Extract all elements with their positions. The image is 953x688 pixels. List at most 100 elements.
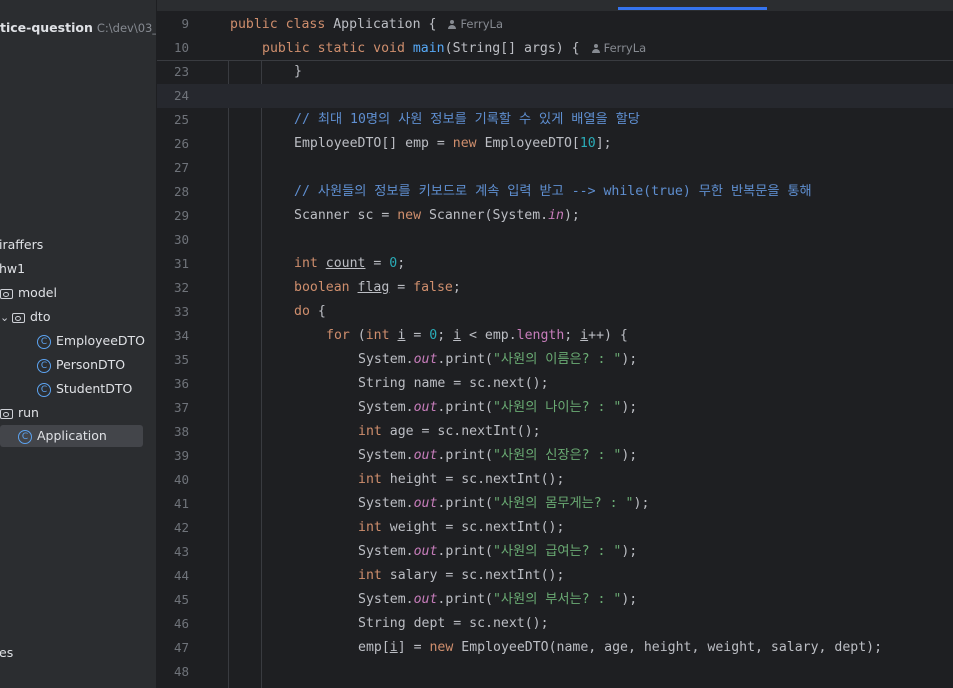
- tree-item-run[interactable]: run: [0, 402, 39, 424]
- line-number: 10: [173, 40, 189, 55]
- line-number: 45: [173, 592, 189, 607]
- author-name: FerryLa: [460, 17, 504, 31]
- code-text: System.out.print("사원의 나이는? : ");: [358, 400, 638, 415]
- line-number: 29: [173, 208, 189, 223]
- project-name: tice-question: [0, 20, 93, 35]
- code-text: int weight = sc.nextInt();: [358, 520, 565, 535]
- line-number: 28: [173, 184, 189, 199]
- code-author-hint[interactable]: FerryLa: [591, 41, 647, 55]
- tree-item-hw1[interactable]: hw1: [0, 258, 25, 280]
- tree-item-application[interactable]: C Application: [0, 425, 143, 447]
- code-text: System.out.print("사원의 급여는? : ");: [358, 544, 638, 559]
- code-text: int count = 0;: [294, 256, 406, 271]
- tree-item-label: dto: [30, 309, 51, 324]
- code-text: int height = sc.nextInt();: [358, 472, 565, 487]
- code-line[interactable]: 29 Scanner sc = new Scanner(System.in);: [157, 204, 953, 228]
- code-line[interactable]: 26 EmployeeDTO[] emp = new EmployeeDTO[10…: [157, 132, 953, 156]
- code-line[interactable]: 33 do {: [157, 300, 953, 324]
- tree-item-es[interactable]: es: [0, 642, 13, 664]
- tree-item-label: StudentDTO: [56, 381, 133, 396]
- code-line[interactable]: 39 System.out.print("사원의 신장은? : ");: [157, 444, 953, 468]
- code-line[interactable]: 34 for (int i = 0; i < emp.length; i++) {: [157, 324, 953, 348]
- code-line[interactable]: 23}: [157, 60, 953, 84]
- tree-item-label: iraffers: [0, 237, 44, 252]
- code-text: int salary = sc.nextInt();: [358, 568, 565, 583]
- code-line[interactable]: 45 System.out.print("사원의 부서는? : ");: [157, 588, 953, 612]
- tree-item-label: run: [18, 405, 39, 420]
- line-number: 40: [173, 472, 189, 487]
- code-line[interactable]: 36 String name = sc.next();: [157, 372, 953, 396]
- line-number: 9: [181, 16, 189, 31]
- author-name: FerryLa: [603, 41, 647, 55]
- package-icon: [0, 288, 13, 299]
- code-line[interactable]: 30: [157, 228, 953, 252]
- code-line[interactable]: 9 public class Application {FerryLa: [157, 12, 953, 36]
- code-line[interactable]: 25 // 최대 10명의 사원 정보를 기록할 수 있게 배열을 할당: [157, 108, 953, 132]
- person-icon: [448, 20, 457, 29]
- line-number: 34: [173, 328, 189, 343]
- line-number: 26: [173, 136, 189, 151]
- tree-item-persondto[interactable]: C PersonDTO: [37, 354, 125, 376]
- code-text: // 최대 10명의 사원 정보를 기록할 수 있게 배열을 할당: [294, 112, 640, 127]
- code-text: EmployeeDTO[] emp = new EmployeeDTO[10];: [294, 136, 612, 151]
- code-line[interactable]: 32 boolean flag = false;: [157, 276, 953, 300]
- code-line[interactable]: 47 emp[i] = new EmployeeDTO(name, age, he…: [157, 636, 953, 660]
- code-editor[interactable]: 9 public class Application {FerryLa 10 publ…: [157, 12, 953, 688]
- line-number: 37: [173, 400, 189, 415]
- line-number: 41: [173, 496, 189, 511]
- code-line[interactable]: 35 System.out.print("사원의 이름은? : ");: [157, 348, 953, 372]
- chevron-down-icon[interactable]: ⌄: [0, 307, 12, 329]
- class-icon: C: [37, 334, 51, 349]
- runnable-class-icon: C: [18, 429, 32, 444]
- line-number: 35: [173, 352, 189, 367]
- code-line[interactable]: 46 String dept = sc.next();: [157, 612, 953, 636]
- code-text: }: [294, 64, 302, 79]
- code-text: Scanner sc = new Scanner(System.in);: [294, 208, 580, 223]
- code-text: public class Application {FerryLa: [230, 17, 504, 32]
- tree-item-dto[interactable]: ⌄ dto: [0, 306, 50, 328]
- line-number: 23: [173, 64, 189, 79]
- code-text: System.out.print("사원의 부서는? : ");: [358, 592, 638, 607]
- code-line[interactable]: 27: [157, 156, 953, 180]
- tree-item-label: Application: [37, 428, 107, 443]
- code-line[interactable]: 43 System.out.print("사원의 급여는? : ");: [157, 540, 953, 564]
- code-line[interactable]: 37 System.out.print("사원의 나이는? : ");: [157, 396, 953, 420]
- line-number: 30: [173, 232, 189, 247]
- code-author-hint[interactable]: FerryLa: [448, 17, 503, 31]
- tree-item-model[interactable]: model: [0, 282, 57, 304]
- line-number: 33: [173, 304, 189, 319]
- line-number: 27: [173, 160, 189, 175]
- line-number: 47: [173, 640, 189, 655]
- tree-item-label: PersonDTO: [56, 357, 126, 372]
- code-line[interactable]: 24: [157, 84, 953, 108]
- line-number: 39: [173, 448, 189, 463]
- code-line[interactable]: 41 System.out.print("사원의 몸무게는? : ");: [157, 492, 953, 516]
- tree-item-studentdto[interactable]: C StudentDTO: [37, 378, 132, 400]
- project-root[interactable]: tice-question C:\dev\03_J: [0, 20, 156, 35]
- code-text: System.out.print("사원의 몸무게는? : ");: [358, 496, 650, 511]
- line-number: 31: [173, 256, 189, 271]
- line-number: 32: [173, 280, 189, 295]
- code-line[interactable]: 48: [157, 660, 953, 684]
- code-text: String name = sc.next();: [358, 376, 549, 391]
- code-line[interactable]: 38 int age = sc.nextInt();: [157, 420, 953, 444]
- code-line[interactable]: 40 int height = sc.nextInt();: [157, 468, 953, 492]
- code-line[interactable]: 44 int salary = sc.nextInt();: [157, 564, 953, 588]
- editor-tab-bar: [157, 0, 953, 12]
- code-line[interactable]: 31 int count = 0;: [157, 252, 953, 276]
- tree-item-iraffers[interactable]: iraffers: [0, 234, 43, 256]
- class-icon: C: [37, 382, 51, 397]
- code-line[interactable]: 28 // 사원들의 정보를 키보드로 계속 입력 받고 --> while(tr…: [157, 180, 953, 204]
- code-line[interactable]: 42 int weight = sc.nextInt();: [157, 516, 953, 540]
- line-number: 42: [173, 520, 189, 535]
- code-line[interactable]: 10 public static void main(String[] args)…: [157, 36, 953, 60]
- tree-item-employeedto[interactable]: C EmployeeDTO: [37, 330, 145, 352]
- tree-item-label: EmployeeDTO: [56, 333, 146, 348]
- code-text: public static void main(String[] args) {…: [262, 41, 647, 56]
- line-number: 25: [173, 112, 189, 127]
- code-text: do {: [294, 304, 326, 319]
- code-text: System.out.print("사원의 신장은? : ");: [358, 448, 638, 463]
- line-number: 48: [173, 664, 189, 679]
- code-text: System.out.print("사원의 이름은? : ");: [358, 352, 638, 367]
- line-number: 38: [173, 424, 189, 439]
